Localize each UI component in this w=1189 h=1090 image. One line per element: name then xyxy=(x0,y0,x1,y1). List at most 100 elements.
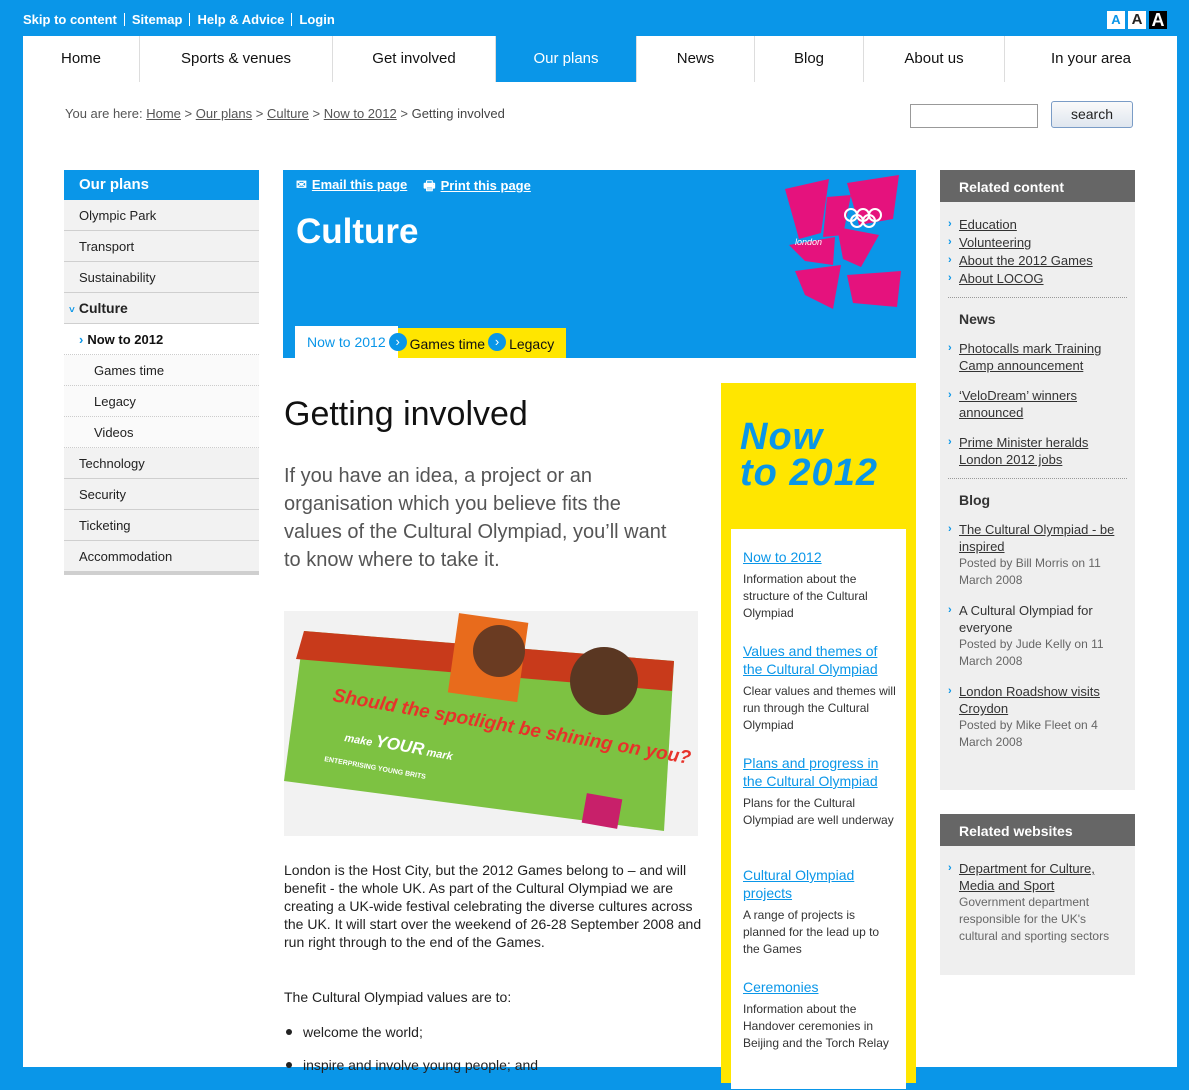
sidebar-divider xyxy=(64,572,259,575)
text-size-medium-button[interactable]: A xyxy=(1128,11,1146,29)
blog-link[interactable]: London Roadshow visits Croydon xyxy=(959,684,1100,716)
sidebar-item-security[interactable]: Security xyxy=(64,479,259,510)
sidebar-item-ticketing[interactable]: Ticketing xyxy=(64,510,259,541)
sidebar-item-now-to-2012[interactable]: › Now to 2012 xyxy=(64,324,259,355)
promo-link[interactable]: Values and themes of the Cultural Olympi… xyxy=(743,642,898,678)
blog-item: › A Cultural Olympiad for everyone Posted … xyxy=(940,602,1119,670)
related-link-education[interactable]: Education xyxy=(959,217,1017,232)
section-title: Culture xyxy=(296,212,419,251)
breadcrumb-sep: > xyxy=(312,106,321,121)
sidebar-item-label: Culture xyxy=(78,300,128,316)
promo-title: Now to 2012 xyxy=(740,416,878,494)
chevron-right-icon: › xyxy=(388,333,407,351)
tab-legacy[interactable]: Legacy xyxy=(497,328,567,358)
nav-in-your-area[interactable]: In your area xyxy=(1005,36,1177,82)
breadcrumb-current: Getting involved xyxy=(411,106,505,121)
related-link-volunteering[interactable]: Volunteering xyxy=(959,235,1031,250)
sidebar-item-technology[interactable]: Technology xyxy=(64,448,259,479)
sidebar-item-transport[interactable]: Transport xyxy=(64,231,259,262)
list-item: welcome the world; xyxy=(286,1024,538,1040)
nav-our-plans[interactable]: Our plans xyxy=(496,36,637,82)
page-content: You are here: Home > Our plans > Culture… xyxy=(23,82,1177,1089)
breadcrumb-prefix: You are here: xyxy=(65,106,143,121)
sidebar-heading[interactable]: Our plans xyxy=(64,170,259,200)
promo-links: Now to 2012 Information about the struct… xyxy=(731,529,906,1089)
nav-about-us[interactable]: About us xyxy=(864,36,1005,82)
breadcrumb-our-plans[interactable]: Our plans xyxy=(196,106,252,121)
promo-desc: Information about the structure of the C… xyxy=(743,572,868,620)
nav-news[interactable]: News xyxy=(637,36,755,82)
skip-to-content-link[interactable]: Skip to content xyxy=(23,12,117,27)
breadcrumb-home[interactable]: Home xyxy=(146,106,181,121)
print-page-action[interactable]: 🖶 Print this page xyxy=(423,177,531,199)
leaflet-photo: Should the spotlight be shining on you? … xyxy=(284,611,698,836)
nav-home[interactable]: Home xyxy=(23,36,140,82)
sidebar-item-label: Now to 2012 xyxy=(87,332,164,347)
news-link[interactable]: Photocalls mark Training Camp announceme… xyxy=(959,341,1101,373)
website-desc: Government department responsible for th… xyxy=(959,895,1110,943)
search-input[interactable] xyxy=(910,104,1038,128)
main-nav: Home Sports & venues Get involved Our pl… xyxy=(23,36,1177,83)
text-size-small-button[interactable]: A xyxy=(1107,11,1125,29)
promo-link[interactable]: Ceremonies xyxy=(743,978,898,996)
sidebar-item-sustainability[interactable]: Sustainability xyxy=(64,262,259,293)
blog-meta: Posted by Jude Kelly on 11 March 2008 xyxy=(959,637,1104,668)
logo-text: london xyxy=(795,237,822,247)
text-size-large-button[interactable]: A xyxy=(1149,11,1167,29)
london-2012-logo: london xyxy=(785,175,901,309)
text-size-controls: A A A xyxy=(1107,11,1167,29)
promo-item: Cultural Olympiad projects A range of pr… xyxy=(743,866,898,958)
help-advice-link[interactable]: Help & Advice xyxy=(197,12,284,27)
news-item: › ‘VeloDream’ winners announced xyxy=(948,388,1078,420)
email-page-link[interactable]: Email this page xyxy=(312,177,407,192)
culture-tabs: Now to 2012 › Games time › Legacy xyxy=(295,326,567,358)
sidebar-item-games-time[interactable]: Games time xyxy=(64,355,259,386)
related-link-item: › Volunteering xyxy=(948,235,1032,250)
top-utility-bar: Skip to content Sitemap Help & Advice Login… xyxy=(0,0,1189,38)
sidebar-item-accommodation[interactable]: Accommodation xyxy=(64,541,259,572)
nav-sports-venues[interactable]: Sports & venues xyxy=(140,36,333,82)
website-link[interactable]: Department for Culture, Media and Sport xyxy=(959,861,1095,893)
envelope-icon: ✉ xyxy=(296,177,307,192)
page-actions: ✉ Email this page 🖶 Print this page xyxy=(296,177,531,199)
related-content-heading: Related content xyxy=(940,170,1135,202)
promo-link[interactable]: Cultural Olympiad projects xyxy=(743,866,898,902)
sitemap-link[interactable]: Sitemap xyxy=(132,12,183,27)
promo-link[interactable]: Now to 2012 xyxy=(743,548,898,566)
print-page-link[interactable]: Print this page xyxy=(441,178,531,193)
related-link-about-locog[interactable]: About LOCOG xyxy=(959,271,1044,286)
sidebar-item-videos[interactable]: Videos xyxy=(64,417,259,448)
news-item: › Prime Minister heralds London 2012 jobs xyxy=(948,435,1089,467)
promo-link[interactable]: Plans and progress in the Cultural Olymp… xyxy=(743,754,898,790)
tab-games-time[interactable]: Games time xyxy=(397,328,498,358)
nav-blog[interactable]: Blog xyxy=(755,36,864,82)
sidebar-item-legacy[interactable]: Legacy xyxy=(64,386,259,417)
news-link[interactable]: Prime Minister heralds London 2012 jobs xyxy=(959,435,1088,467)
culture-banner: ✉ Email this page 🖶 Print this page Cultur… xyxy=(283,170,916,358)
sidebar-item-culture[interactable]: ˅ Culture xyxy=(64,293,259,324)
blog-link[interactable]: The Cultural Olympiad - be inspired xyxy=(959,522,1114,554)
chevron-right-icon: › xyxy=(79,332,84,347)
tab-now-to-2012[interactable]: Now to 2012 xyxy=(295,326,398,358)
nav-get-involved[interactable]: Get involved xyxy=(333,36,496,82)
email-page-action[interactable]: ✉ Email this page xyxy=(296,177,407,199)
blog-item: › The Cultural Olympiad - be inspired Post… xyxy=(940,521,1119,589)
related-link-about-games[interactable]: About the 2012 Games xyxy=(959,253,1093,268)
blog-meta: Posted by Bill Morris on 11 March 2008 xyxy=(959,556,1101,587)
breadcrumb-now-to-2012[interactable]: Now to 2012 xyxy=(324,106,397,121)
breadcrumb-culture[interactable]: Culture xyxy=(267,106,309,121)
page-title: Getting involved xyxy=(284,395,528,433)
chevron-right-icon: › xyxy=(488,333,507,351)
sidebar-item-olympic-park[interactable]: Olympic Park xyxy=(64,200,259,231)
leaflet-illustration: Should the spotlight be shining on you? … xyxy=(284,611,698,836)
values-intro: The Cultural Olympiad values are to: xyxy=(284,989,512,1005)
blog-title[interactable]: A Cultural Olympiad for everyone xyxy=(959,603,1093,635)
search-button[interactable]: search xyxy=(1051,101,1133,128)
promo-item: Ceremonies Information about the Handove… xyxy=(743,978,898,1052)
related-websites-heading: Related websites xyxy=(940,814,1135,846)
promo-item: Values and themes of the Cultural Olympi… xyxy=(743,642,898,734)
related-link-item: › About the 2012 Games xyxy=(948,253,1093,268)
news-link[interactable]: ‘VeloDream’ winners announced xyxy=(959,388,1077,420)
login-link[interactable]: Login xyxy=(299,12,334,27)
section-sidebar: Our plans Olympic Park Transport Sustain… xyxy=(64,170,259,575)
